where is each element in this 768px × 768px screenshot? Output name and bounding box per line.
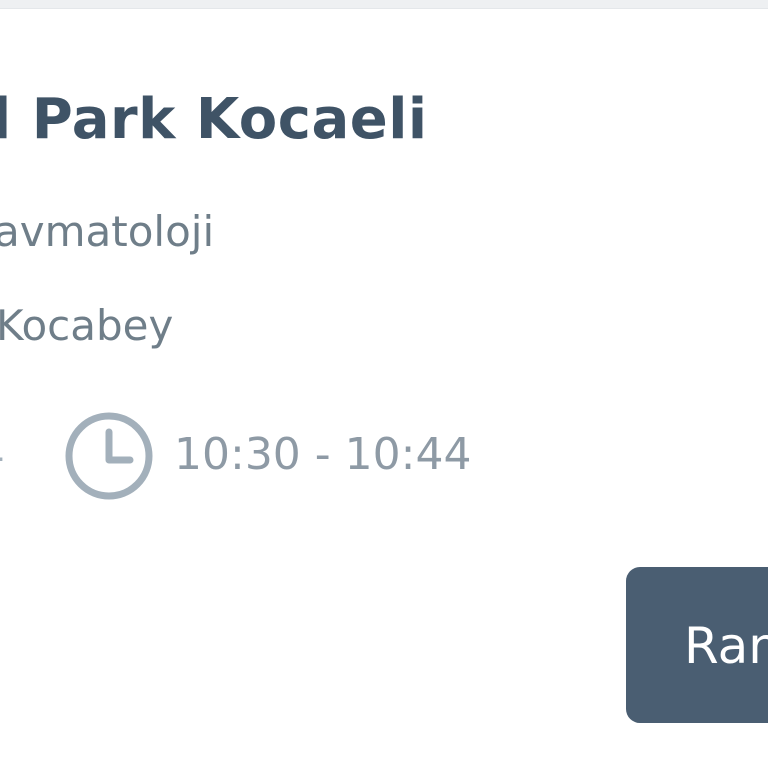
hospital-name: l Park Kocaeli (0, 87, 428, 152)
appointment-time-range: 10:30 - 10:44 (174, 429, 472, 480)
appointment-action-button[interactable]: Ran (626, 567, 768, 723)
appointment-date: 4 (0, 430, 5, 477)
department-name: avmatoloji (0, 207, 215, 256)
clock-icon (65, 412, 153, 500)
appointment-card: l Park Kocaeli avmatoloji Kocabey 4 10:3… (0, 9, 768, 768)
appointment-screen: l Park Kocaeli avmatoloji Kocabey 4 10:3… (0, 0, 768, 768)
top-divider (0, 0, 768, 9)
doctor-name: Kocabey (0, 301, 174, 350)
